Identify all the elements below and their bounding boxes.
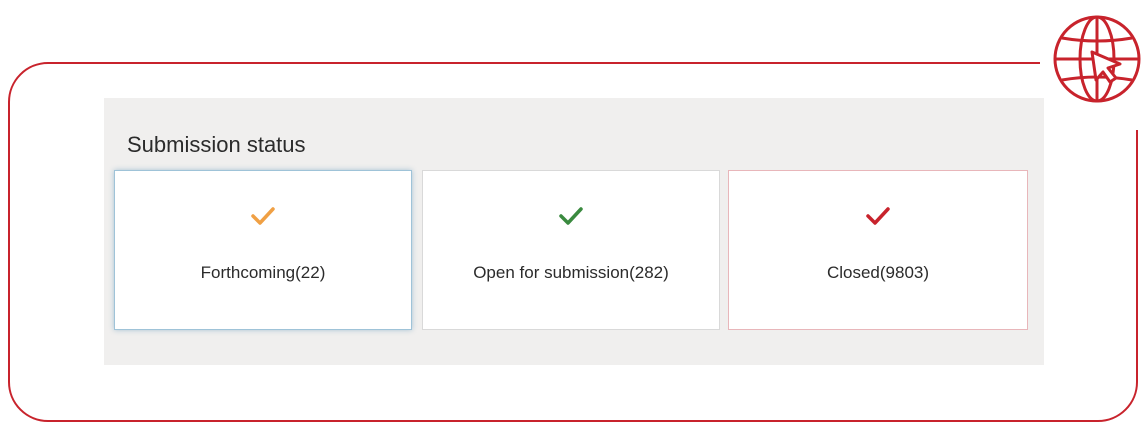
checkmark-icon (559, 207, 583, 225)
status-card-closed[interactable]: Closed(9803) (728, 170, 1028, 330)
submission-status-panel: Submission status Forthcoming(22) Open f… (104, 98, 1044, 365)
status-card-forthcoming[interactable]: Forthcoming(22) (114, 170, 412, 330)
globe-cursor-icon (1053, 15, 1141, 103)
panel-title: Submission status (127, 132, 306, 157)
status-card-label: Closed(9803) (826, 263, 930, 282)
status-cards: Forthcoming(22) Open for submission(282)… (114, 170, 1029, 330)
status-card-label: Forthcoming(22) (200, 263, 326, 282)
status-card-open[interactable]: Open for submission(282) (422, 170, 720, 330)
status-card-label: Open for submission(282) (473, 263, 669, 282)
checkmark-icon (866, 207, 890, 225)
checkmark-icon (251, 207, 275, 225)
